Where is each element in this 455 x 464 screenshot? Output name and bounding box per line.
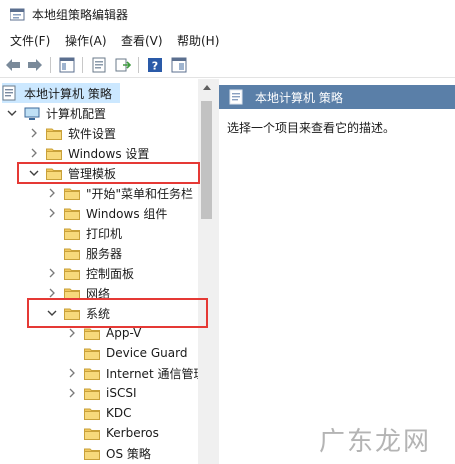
tree-item-label: App-V — [106, 326, 142, 340]
properties-button[interactable] — [90, 56, 108, 74]
folder-icon — [64, 267, 80, 280]
chevron-right-icon[interactable] — [46, 203, 58, 223]
chevron-right-icon[interactable] — [46, 183, 58, 203]
folder-icon — [64, 247, 80, 260]
folder-icon — [84, 327, 100, 340]
tree-item-label: KDC — [106, 406, 132, 420]
tree-item-label: OS 策略 — [106, 446, 151, 461]
tree-item-label: 本地计算机 策略 — [24, 86, 112, 101]
chevron-right-icon[interactable] — [46, 263, 58, 283]
tree-item[interactable]: KDC — [66, 403, 132, 423]
window-title: 本地组策略编辑器 — [32, 8, 129, 22]
tree-item[interactable]: "开始"菜单和任务栏 — [46, 183, 193, 203]
export-list-icon — [115, 58, 131, 72]
folder-icon — [84, 367, 100, 380]
scroll-up-arrow[interactable] — [198, 79, 215, 95]
folder-icon — [84, 427, 100, 440]
scroll-thumb[interactable] — [201, 101, 212, 219]
tree-item[interactable]: Kerberos — [66, 423, 159, 443]
tree-item-label: 软件设置 — [68, 126, 117, 141]
tree-item-label: 服务器 — [86, 246, 123, 261]
export-list-button[interactable] — [114, 56, 132, 74]
tree-item-label: Windows 设置 — [68, 146, 150, 161]
tree-item[interactable]: 本地计算机 策略 — [2, 83, 120, 103]
show-pane-icon — [171, 57, 187, 73]
group-policy-app-icon — [10, 8, 25, 21]
folder-icon — [84, 387, 100, 400]
forward-button[interactable] — [26, 56, 44, 74]
chevron-right-icon[interactable] — [28, 123, 40, 143]
toolbar: ? — [0, 52, 455, 78]
tree-item[interactable]: 打印机 — [46, 223, 122, 243]
folder-icon — [46, 147, 62, 160]
tree-item[interactable]: Windows 组件 — [46, 203, 167, 223]
tree-item-label: "开始"菜单和任务栏 — [86, 186, 194, 201]
tree-item[interactable]: OS 策略 — [66, 443, 151, 463]
tree-item-label: iSCSI — [106, 386, 137, 400]
folder-icon — [64, 187, 80, 200]
policy-document-icon — [229, 89, 243, 105]
tree-scrollbar[interactable] — [198, 79, 215, 464]
back-icon — [6, 59, 20, 71]
folder-icon — [64, 227, 80, 240]
tree-item[interactable]: Windows 设置 — [28, 143, 149, 163]
folder-icon — [64, 207, 80, 220]
back-button[interactable] — [4, 56, 22, 74]
tree-item-label: Internet 通信管理 — [106, 366, 206, 381]
highlight-box-system — [27, 298, 208, 328]
details-pane: 本地计算机 策略 选择一个项目来查看它的描述。 — [219, 79, 455, 464]
chevron-down-icon[interactable] — [6, 103, 18, 123]
watermark-text: 广东龙网 — [319, 427, 432, 457]
tree-item-label: 计算机配置 — [46, 106, 107, 121]
svg-text:?: ? — [152, 60, 158, 73]
tree-item[interactable]: 控制面板 — [46, 263, 134, 283]
show-hide-tree-icon — [59, 57, 75, 73]
properties-icon — [92, 57, 106, 73]
show-hide-tree-button[interactable] — [58, 56, 76, 74]
computer-icon — [24, 107, 40, 120]
tree-item-label: 控制面板 — [86, 266, 135, 281]
menu-bar: 文件(F) 操作(A) 查看(V) 帮助(H) — [0, 30, 455, 50]
tree-item-label: Device Guard — [106, 346, 188, 360]
menu-help[interactable]: 帮助(H) — [177, 32, 219, 49]
details-header-title: 本地计算机 策略 — [255, 91, 343, 105]
folder-icon — [84, 347, 100, 360]
chevron-right-icon[interactable] — [28, 143, 40, 163]
tree-item-label: Windows 组件 — [86, 206, 168, 221]
forward-icon — [28, 59, 42, 71]
tree-item[interactable]: 计算机配置 — [6, 103, 106, 123]
folder-icon — [84, 447, 100, 460]
tree-item[interactable]: 服务器 — [46, 243, 122, 263]
help-icon: ? — [148, 58, 162, 73]
help-button[interactable]: ? — [146, 56, 164, 74]
tree-item[interactable]: iSCSI — [66, 383, 137, 403]
menu-view[interactable]: 查看(V) — [121, 32, 163, 49]
tree-pane[interactable]: 本地计算机 策略 计算机配置 软件设置 Windows 设置 管理模板 "开始"菜单和任务… — [0, 79, 215, 464]
highlight-box-admin-templates — [17, 162, 200, 184]
folder-icon — [84, 407, 100, 420]
menu-action[interactable]: 操作(A) — [65, 32, 107, 49]
title-bar: 本地组策略编辑器 — [0, 0, 455, 28]
tree-item[interactable]: Internet 通信管理 — [66, 363, 205, 383]
policy-document-icon — [2, 85, 18, 101]
chevron-right-icon[interactable] — [66, 383, 78, 403]
details-header: 本地计算机 策略 — [219, 85, 455, 109]
chevron-right-icon[interactable] — [66, 363, 78, 383]
tree-item-label: 打印机 — [86, 226, 123, 241]
tree-item[interactable]: Device Guard — [66, 343, 187, 363]
details-description: 选择一个项目来查看它的描述。 — [227, 121, 396, 135]
menu-file[interactable]: 文件(F) — [10, 32, 50, 49]
tree-item-label: Kerberos — [106, 426, 159, 440]
chevron-up-icon — [202, 84, 211, 90]
folder-icon — [46, 127, 62, 140]
tree-item[interactable]: 软件设置 — [28, 123, 116, 143]
show-pane-button[interactable] — [170, 56, 188, 74]
